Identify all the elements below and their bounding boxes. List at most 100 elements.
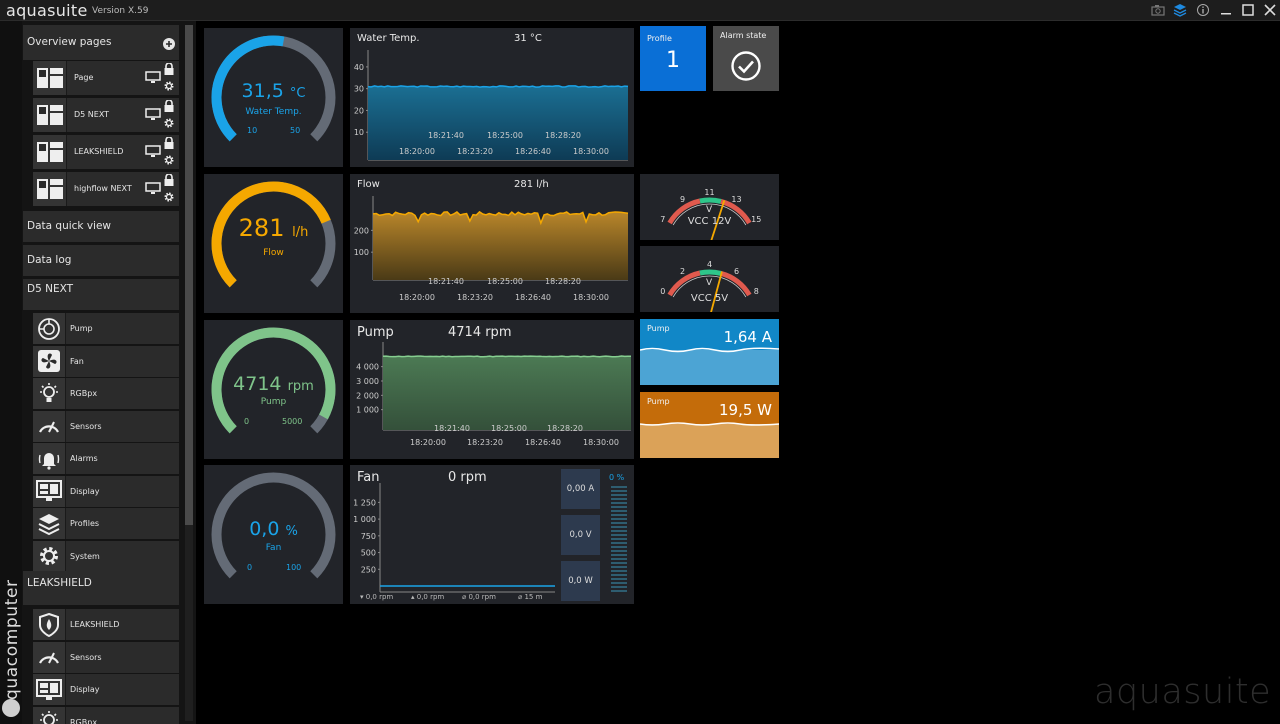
gear-icon[interactable] [163,154,175,166]
overview-page-4[interactable]: highflow NEXT [33,172,179,206]
leakshield-item-sensors[interactable]: Sensors [33,641,179,673]
pump-gauge-panel[interactable]: 4714 rpm Pump 0 5000 [204,320,343,459]
flow-gauge-panel[interactable]: 281 l/h Flow [204,174,343,313]
x-tick-label: 18:23:20 [467,438,503,447]
overview-page-2[interactable]: D5 NEXT [33,98,179,132]
camera-icon[interactable] [1151,3,1165,17]
pump-value: 4714 rpm [233,373,314,395]
data-quick-view-item[interactable]: Data quick view [23,211,179,242]
gear-icon [33,540,66,572]
shield-icon [33,609,66,640]
y-tick-label: 1 250 [353,498,376,507]
fan-current-box: 0,00 A [561,469,600,509]
lock-icon[interactable] [164,174,174,186]
x-tick-label: 18:28:20 [545,131,581,140]
y-tick-label: 250 [361,565,376,574]
profile-tile[interactable]: Profile 1 [640,26,706,91]
lock-icon[interactable] [164,137,174,149]
data-log-item[interactable]: Data log [23,245,179,276]
d5-item-rgbpx[interactable]: RGBpx [33,378,179,409]
maximize-icon[interactable] [1241,3,1255,17]
fan-gauge-panel[interactable]: 0,0 % Fan 0 100 [204,465,343,604]
sidebar-scroll-thumb[interactable] [185,25,193,525]
pump-current-value: 1,64 A [723,328,772,346]
y-tick-label: 30 [354,85,364,94]
meter-band [699,197,722,204]
close-icon[interactable] [1263,3,1277,17]
y-tick-label: 4 000 [356,363,379,372]
x-tick-label: 18:26:40 [515,147,551,156]
profile-label: Profile [647,34,672,43]
vcc12-tile[interactable]: 7 9 11 13 15 VCC 12V V [640,174,779,247]
flow-chart-panel[interactable]: Flow 281 l/h 200 100 18:21:40 18:25:00 18:28… [350,174,634,313]
d5-item-label: System [70,551,100,561]
leakshield-header[interactable]: LEAKSHIELD [23,571,179,605]
flow-chart: 200 100 18:21:40 18:25:00 18:28:20 18:20:00 18… [354,196,629,302]
add-page-icon[interactable] [163,38,175,50]
d5-item-display[interactable]: Display [33,475,179,507]
layers-icon [33,508,66,539]
pump-current-tile[interactable]: Pump 1,64 A [640,319,779,385]
lock-icon[interactable] [164,100,174,112]
pump-chart: 4 000 3 000 2 000 1 000 18:21:40 18:25:00 18:2… [356,342,632,447]
d5-item-alarms[interactable]: Alarms [33,443,179,474]
sidebar: aquacomputer Overview pages Page D5 NEXT L… [0,21,196,724]
gear-icon[interactable] [163,191,175,203]
fan-label: Fan [265,543,282,553]
series-line [382,355,632,358]
leakshield-item-leakshield[interactable]: LEAKSHIELD [33,609,179,640]
overview-page-3[interactable]: LEAKSHIELD [33,135,179,169]
pump-power-tile[interactable]: Pump 19,5 W [640,392,779,458]
overview-page-1[interactable]: Page [33,61,179,95]
fan-max: 100 [286,563,302,572]
water-temp-label: Water Temp. [245,107,302,117]
y-tick-label: 2 000 [356,391,379,400]
page-layout-icon [33,98,67,132]
y-tick-label: 100 [354,248,369,257]
overview-pages-header[interactable]: Overview pages [23,25,179,60]
alarm-state-tile[interactable]: Alarm state [713,26,779,91]
overview-page-label: highflow NEXT [74,184,132,193]
layers-icon[interactable] [1173,3,1187,17]
x-tick-label: 18:21:40 [434,424,470,433]
fan-chart-panel[interactable]: Fan 0 rpm 1 250 1 000 750 500 250 ▾ 0,0 rpm ▴ … [350,465,634,604]
d5-item-label: Fan [70,356,84,366]
gear-icon[interactable] [163,117,175,129]
fan-legend-item: ▴ 0,0 rpm [411,593,444,601]
pump-chart-panel[interactable]: Pump 4714 rpm 4 000 3 000 2 000 1 000 18:21:… [350,320,634,459]
fan-power-box: 0,0 W [561,561,600,601]
water-temp-min: 10 [247,126,258,135]
d5-item-sensors[interactable]: Sensors [33,410,179,442]
display-icon [33,475,66,507]
d5-item-profiles[interactable]: Profiles [33,508,179,539]
brand-logo-icon [2,699,20,717]
sidebar-scrollbar[interactable] [185,25,193,721]
meter-tick-label: 11 [704,188,714,197]
d5-item-system[interactable]: System [33,540,179,572]
water-temp-gauge-panel[interactable]: 31,5 °C Water Temp. 10 50 [204,28,343,167]
series-area [373,211,628,280]
flow-gauge [211,181,336,288]
gear-icon[interactable] [163,80,175,92]
monitor-icon[interactable] [145,71,161,84]
monitor-icon[interactable] [145,182,161,195]
monitor-icon[interactable] [145,108,161,121]
page-layout-icon [33,61,67,95]
meter-tick-label: 13 [731,195,741,204]
gauge-icon [33,641,66,673]
info-icon[interactable] [1196,3,1210,17]
lock-icon[interactable] [164,63,174,75]
d5-next-header[interactable]: D5 NEXT [23,279,179,310]
water-temp-chart-panel[interactable]: Water Temp. 31 °C 40 30 20 10 18:21:40 18:25:… [350,28,634,167]
leakshield-title: LEAKSHIELD [27,577,92,589]
pump-power-label: Pump [647,397,670,406]
minimize-icon[interactable] [1219,3,1233,17]
d5-item-pump[interactable]: Pump [33,313,179,344]
monitor-icon[interactable] [145,145,161,158]
flow-value: 281 l/h [238,214,309,242]
overview-page-label: D5 NEXT [74,110,110,119]
leakshield-item-rgbpx[interactable]: RGBpx [33,706,179,724]
d5-item-fan[interactable]: Fan [33,345,179,377]
leakshield-item-display[interactable]: Display [33,674,179,705]
vcc5-tile[interactable]: 02468 VCC 5V V [640,246,779,319]
